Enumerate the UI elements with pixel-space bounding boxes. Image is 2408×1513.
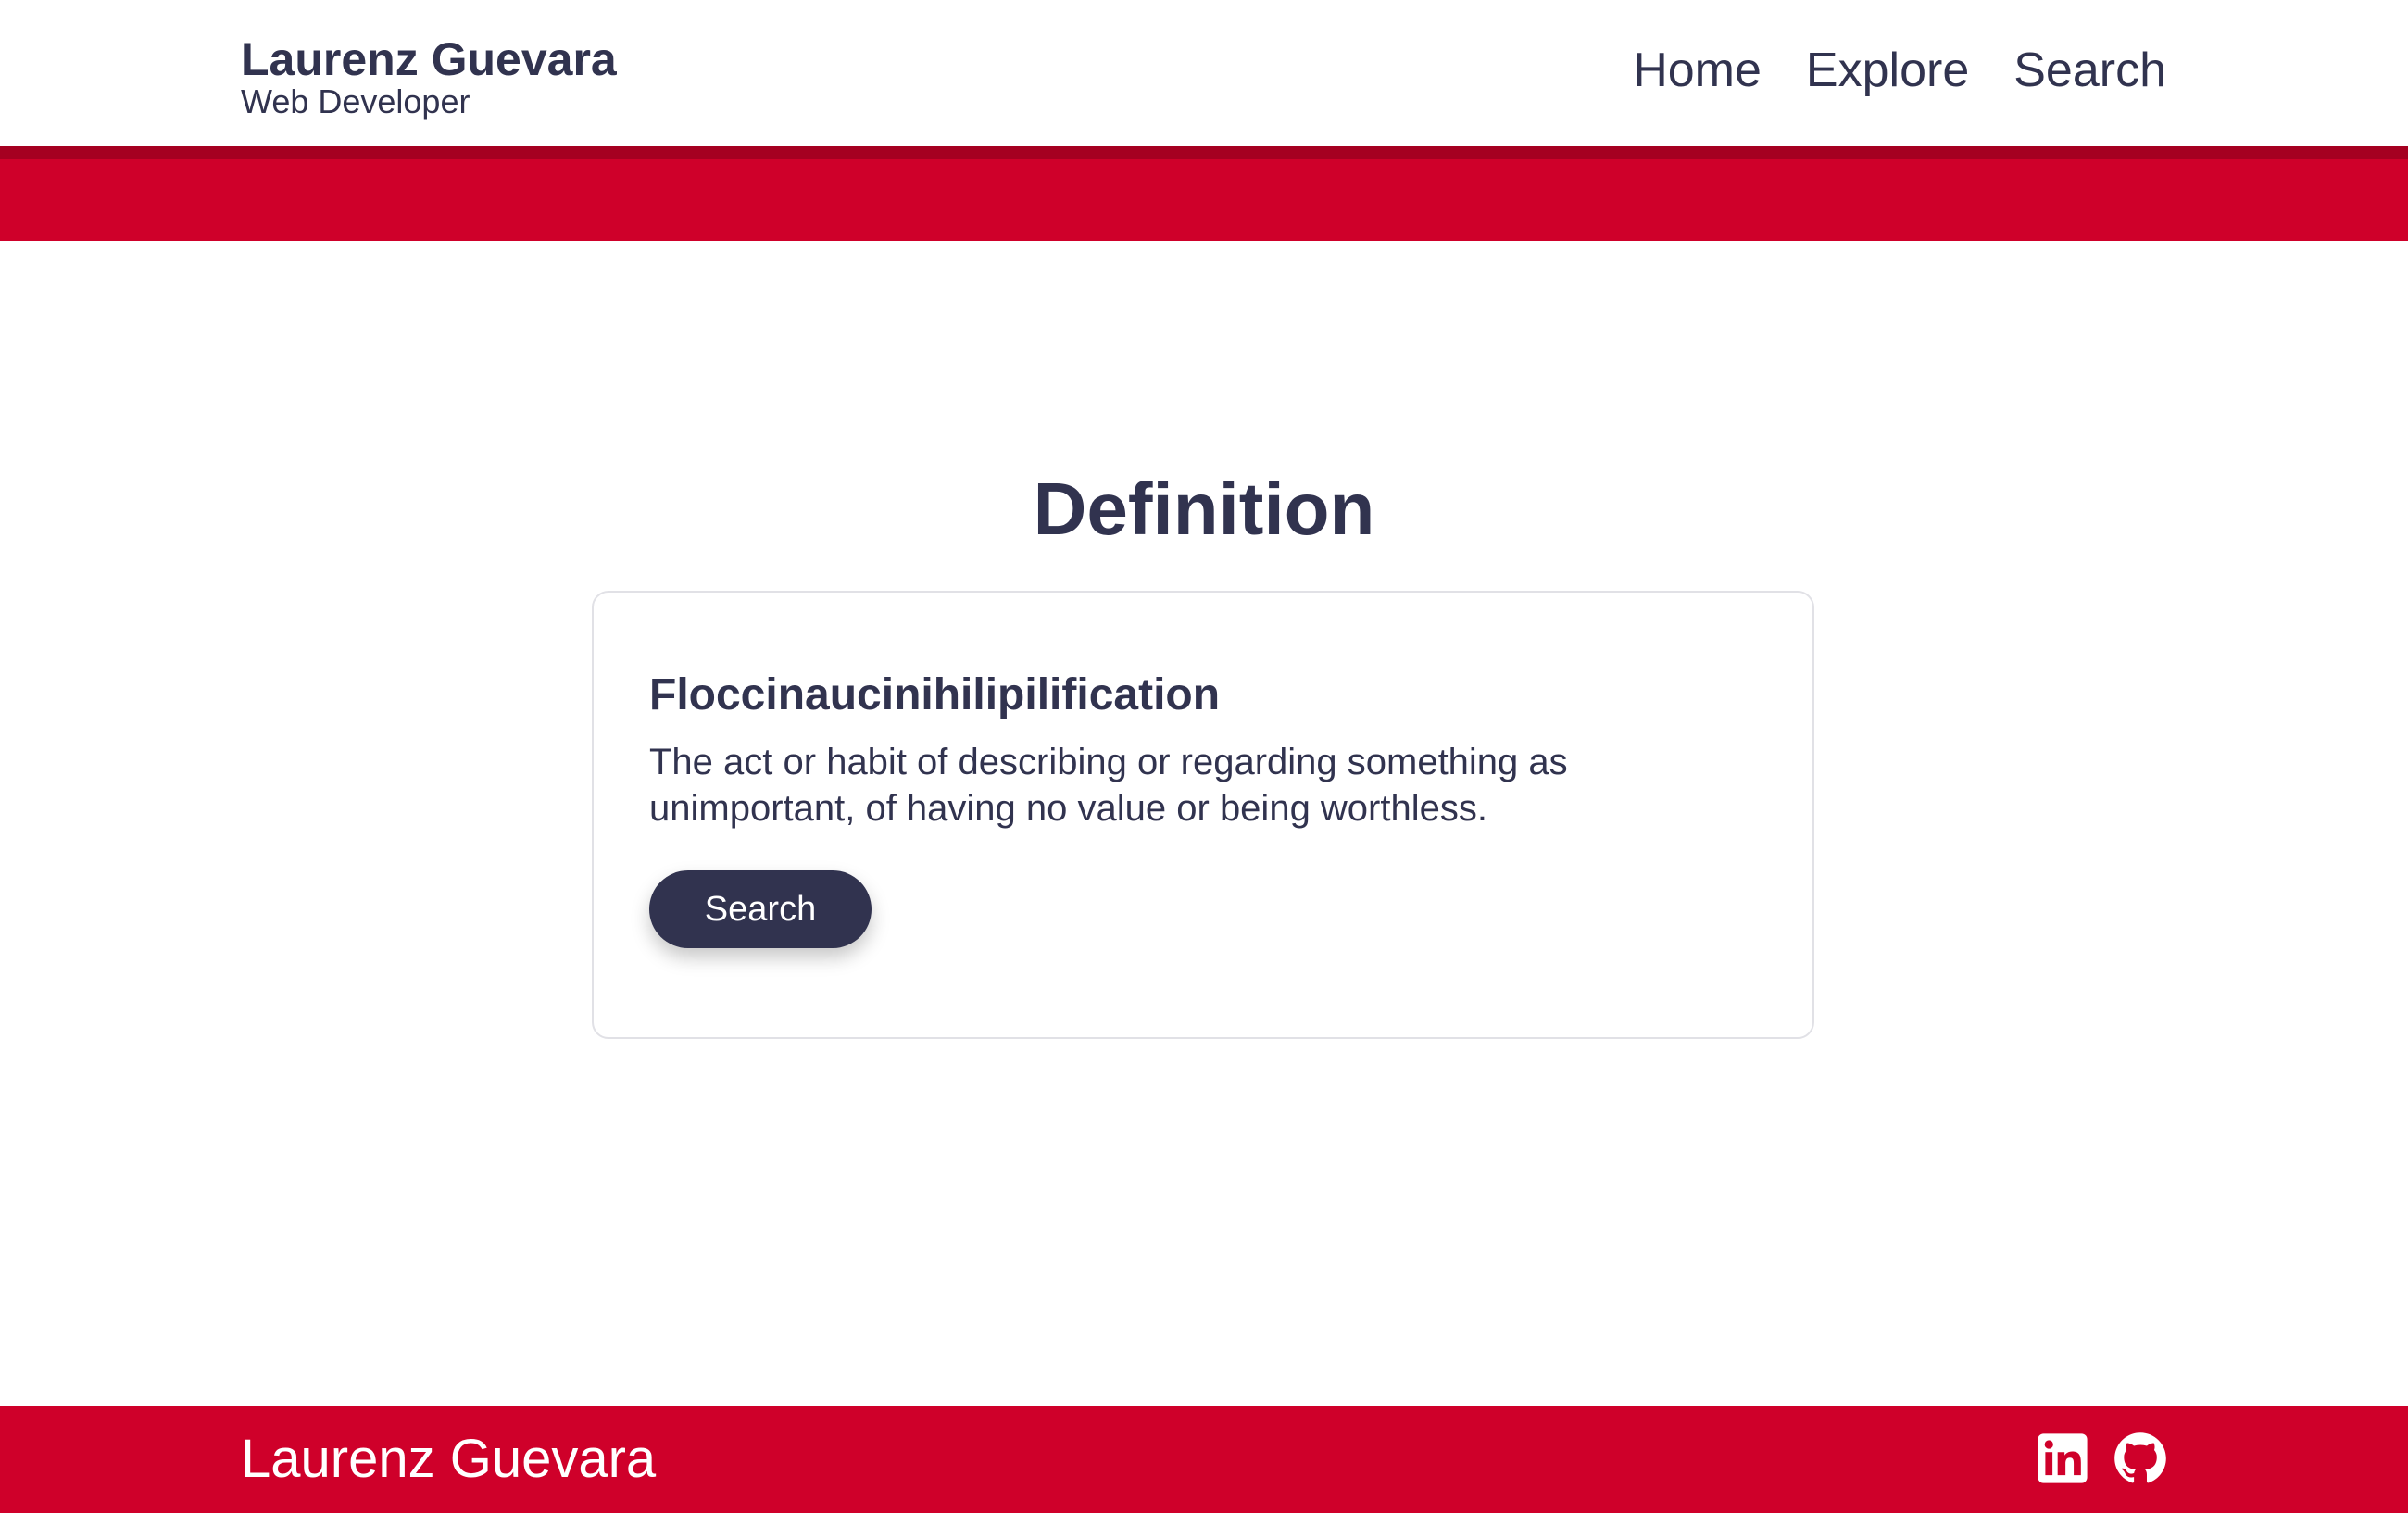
linkedin-icon	[2038, 1433, 2088, 1483]
github-icon	[2114, 1432, 2166, 1483]
brand-name: Laurenz Guevara	[241, 33, 617, 85]
linkedin-link[interactable]	[2036, 1432, 2089, 1485]
search-button[interactable]: Search	[649, 870, 872, 948]
page-title: Definition	[1033, 468, 1375, 550]
nav-explore-link[interactable]: Explore	[1806, 41, 1969, 100]
nav-search-link[interactable]: Search	[2013, 41, 2166, 100]
definition-text: The act or habit of describing or regard…	[649, 742, 1568, 829]
definition-word: Floccinaucinihilipilification	[649, 670, 1221, 719]
social-links	[2036, 1432, 2167, 1485]
definition-card: Floccinaucinihilipilification The act or…	[592, 591, 1814, 1039]
github-link[interactable]	[2113, 1432, 2167, 1485]
header-red-band	[0, 146, 2408, 241]
nav-home-link[interactable]: Home	[1633, 41, 1762, 100]
footer-name: Laurenz Guevara	[241, 1429, 657, 1489]
brand: Laurenz Guevara Web Developer	[241, 33, 617, 119]
main-nav: Home Explore Search	[1633, 41, 2166, 100]
site-footer: Laurenz Guevara	[0, 1406, 2408, 1513]
brand-role: Web Developer	[241, 82, 470, 120]
site-header: Laurenz Guevara Web Developer Home Explo…	[0, 0, 2408, 146]
